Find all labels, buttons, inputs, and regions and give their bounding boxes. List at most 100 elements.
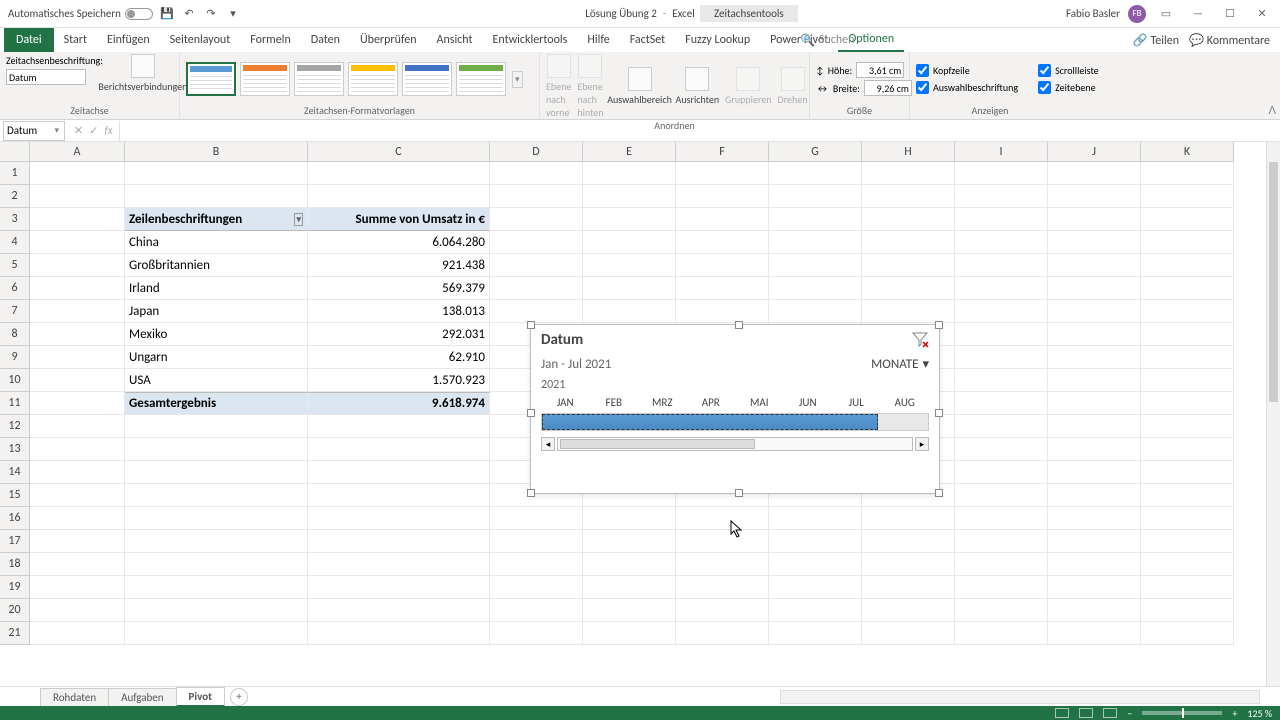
pivot-row-label[interactable]: Japan [125,300,308,323]
scroll-thumb[interactable] [560,439,755,449]
pivot-filter-icon[interactable]: ▾ [294,213,303,226]
style-thumb-1[interactable] [186,62,236,96]
pivot-row-value[interactable]: 1.570.923 [308,369,490,392]
check-header[interactable]: Kopfzeile [916,64,1018,77]
col-K[interactable]: K [1141,142,1234,162]
check-timelevel[interactable]: Zeitebene [1038,81,1099,94]
row-18[interactable]: 18 [0,553,30,576]
row-4[interactable]: 4 [0,231,30,254]
row-11[interactable]: 11 [0,392,30,415]
style-thumb-6[interactable] [456,62,506,96]
view-layout-icon[interactable] [1079,708,1093,718]
col-E[interactable]: E [583,142,676,162]
pivot-total-value[interactable]: 9.618.974 [308,392,490,415]
row-12[interactable]: 12 [0,415,30,438]
row-5[interactable]: 5 [0,254,30,277]
pivot-row-value[interactable]: 569.379 [308,277,490,300]
share-button[interactable]: 🔗 Teilen [1133,33,1179,48]
tab-review[interactable]: Überprüfen [350,29,427,51]
check-scrollbar[interactable]: Scrollleiste [1038,64,1099,77]
fx-icon[interactable]: fx [104,124,112,137]
row-20[interactable]: 20 [0,599,30,622]
row-17[interactable]: 17 [0,530,30,553]
horizontal-scrollbar[interactable] [780,690,1260,704]
style-thumb-3[interactable] [294,62,344,96]
row-2[interactable]: 2 [0,185,30,208]
search-box[interactable]: 🔍 Suchen [800,33,854,48]
scroll-right-icon[interactable]: ▸ [915,437,929,451]
row-10[interactable]: 10 [0,369,30,392]
row-9[interactable]: 9 [0,346,30,369]
pivot-row-label[interactable]: China [125,231,308,254]
worksheet-grid[interactable]: A B C D E F G H I J K 123456789101112131… [0,142,1280,686]
pivot-row-label[interactable]: Irland [125,277,308,300]
col-A[interactable]: A [30,142,125,162]
cancel-formula-icon[interactable]: ✕ [74,124,83,137]
close-icon[interactable]: ✕ [1250,4,1274,24]
view-pagebreak-icon[interactable] [1103,708,1117,718]
pivot-row-value[interactable]: 138.013 [308,300,490,323]
row-13[interactable]: 13 [0,438,30,461]
pivot-row-value[interactable]: 921.438 [308,254,490,277]
timeline-slicer[interactable]: Datum Jan - Jul 2021 MONATE▾ 2021 JAN FE… [530,324,940,494]
zoom-in-icon[interactable]: + [1232,707,1237,720]
pivot-row-value[interactable]: 62.910 [308,346,490,369]
report-connections-button[interactable]: Berichtsverbindungen [113,54,173,93]
column-headers[interactable]: A B C D E F G H I J K [30,142,1234,162]
comments-button[interactable]: 💬 Kommentare [1189,33,1270,48]
sheet-rohdaten[interactable]: Rohdaten [40,688,109,706]
redo-icon[interactable]: ↷ [203,6,219,22]
namebox-dropdown-icon[interactable]: ▾ [54,125,61,136]
undo-icon[interactable]: ↶ [181,6,197,22]
col-F[interactable]: F [676,142,769,162]
collapse-ribbon-icon[interactable]: ᐱ [1268,104,1276,117]
tab-factset[interactable]: FactSet [620,29,675,51]
tab-fuzzylookup[interactable]: Fuzzy Lookup [675,29,760,51]
tab-formulas[interactable]: Formeln [240,29,300,51]
tab-help[interactable]: Hilfe [577,29,619,51]
timeline-level-dropdown[interactable]: MONATE▾ [871,357,929,372]
qat-dropdown-icon[interactable]: ▾ [225,6,241,22]
col-D[interactable]: D [490,142,583,162]
pivot-rowlabels-header[interactable]: Zeilenbeschriftungen▾ [125,208,308,231]
clear-filter-icon[interactable] [911,331,929,349]
row-21[interactable]: 21 [0,622,30,645]
sheet-pivot[interactable]: Pivot [176,687,225,707]
width-input[interactable] [864,80,912,96]
user-name[interactable]: Fabio Basler [1066,7,1120,20]
col-G[interactable]: G [769,142,862,162]
col-B[interactable]: B [125,142,308,162]
user-avatar[interactable]: FB [1128,5,1146,23]
tab-view[interactable]: Ansicht [427,29,483,51]
align-button[interactable]: Ausrichten [676,67,720,106]
timeline-track[interactable] [541,413,929,431]
sheet-aufgaben[interactable]: Aufgaben [108,688,176,706]
view-normal-icon[interactable] [1055,708,1069,718]
selection-pane-button[interactable]: Auswahlbereich [610,67,670,106]
pivot-row-value[interactable]: 6.064.280 [308,231,490,254]
timeline-selection[interactable] [542,414,878,430]
tab-file[interactable]: Datei [4,28,54,52]
vertical-scrollbar[interactable] [1266,142,1280,686]
row-14[interactable]: 14 [0,461,30,484]
row-6[interactable]: 6 [0,277,30,300]
pivot-row-label[interactable]: Mexiko [125,323,308,346]
pivot-row-label[interactable]: USA [125,369,308,392]
tab-pagelayout[interactable]: Seitenlayout [160,29,241,51]
tab-developer[interactable]: Entwicklertools [483,29,578,51]
row-1[interactable]: 1 [0,162,30,185]
pivot-row-value[interactable]: 292.031 [308,323,490,346]
select-all-triangle[interactable] [0,142,30,162]
row-8[interactable]: 8 [0,323,30,346]
name-box[interactable]: Datum▾ [3,121,65,141]
zoom-out-icon[interactable]: − [1127,707,1132,720]
height-input[interactable] [856,62,904,78]
row-headers[interactable]: 123456789101112131415161718192021 [0,162,30,645]
pivot-row-label[interactable]: Ungarn [125,346,308,369]
tab-start[interactable]: Start [54,29,97,51]
col-I[interactable]: I [955,142,1048,162]
col-C[interactable]: C [308,142,490,162]
minimize-icon[interactable]: — [1186,4,1210,24]
style-gallery[interactable] [186,62,506,96]
row-3[interactable]: 3 [0,208,30,231]
